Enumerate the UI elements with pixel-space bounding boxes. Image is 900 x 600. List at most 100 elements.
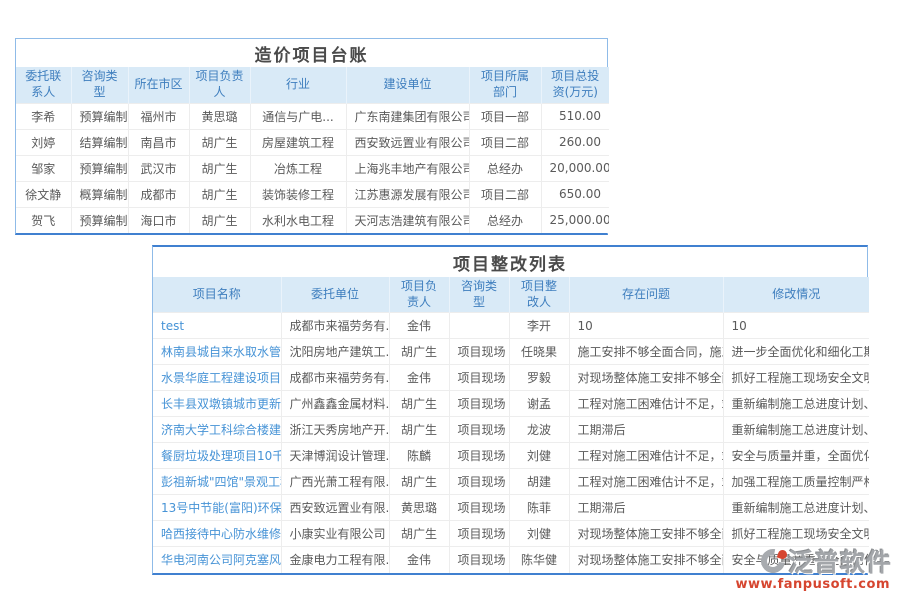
- cell: 项目现场: [449, 391, 509, 417]
- cell: 项目现场: [449, 417, 509, 443]
- cell: 预算编制: [71, 207, 128, 233]
- cell: 胡广生: [389, 417, 449, 443]
- cell: 贺飞: [16, 207, 71, 233]
- cell: 项目现场: [449, 521, 509, 547]
- cell: 江苏惠源发展有限公司: [346, 181, 469, 207]
- cell: 黄思璐: [389, 495, 449, 521]
- table-row: 长丰县双墩镇城市更新项...广州鑫鑫金属材料...胡广生项目现场谢孟工程对施工困…: [153, 391, 869, 417]
- table-row: 林南县城自来水取水管道...沈阳房地产建筑工...胡广生项目现场任晓果施工安排不…: [153, 339, 869, 365]
- cell: 邹家: [16, 155, 71, 181]
- cell: 胡广生: [189, 181, 250, 207]
- column-header: 存在问题: [569, 277, 723, 313]
- cell: 20,000.00: [541, 155, 609, 181]
- cell: 刘健: [509, 521, 569, 547]
- cell: 重新编制施工总进度计划、合理...: [723, 391, 869, 417]
- column-header: 委托联系人: [16, 67, 71, 103]
- cell: 房屋建筑工程: [250, 129, 346, 155]
- cell: 李希: [16, 103, 71, 129]
- cell: 结算编制: [71, 129, 128, 155]
- column-header: 建设单位: [346, 67, 469, 103]
- cell: 项目现场: [449, 365, 509, 391]
- cell: 项目现场: [449, 547, 509, 573]
- project-link[interactable]: 哈西接待中心防水维修工程: [153, 521, 281, 547]
- cell: 天河志浩建筑有限公司: [346, 207, 469, 233]
- cell: 成都市来福劳务有...: [281, 313, 389, 339]
- cell: 李开: [509, 313, 569, 339]
- cell: 项目现场: [449, 495, 509, 521]
- column-header: 项目整改人: [509, 277, 569, 313]
- cell: 10: [569, 313, 723, 339]
- cell: 对现场整体施工安排不够全面合...: [569, 547, 723, 573]
- cell: 谢孟: [509, 391, 569, 417]
- cell: 对现场整体施工安排不够全面合...: [569, 521, 723, 547]
- column-header: 项目名称: [153, 277, 281, 313]
- cell: 金伟: [389, 313, 449, 339]
- cell: 总经办: [469, 155, 541, 181]
- table-row: 济南大学工科综合楼建设浙江天秀房地产开...胡广生项目现场龙波工期滞后重新编制施…: [153, 417, 869, 443]
- cell: 260.00: [541, 129, 609, 155]
- cell: 进一步全面优化和细化工期布置。: [723, 339, 869, 365]
- cell: 项目现场: [449, 469, 509, 495]
- rectify-header-row: 项目名称委托单位项目负责人咨询类型项目整改人存在问题修改情况: [153, 277, 869, 313]
- column-header: 项目总投资(万元): [541, 67, 609, 103]
- cell: 项目二部: [469, 129, 541, 155]
- table-row: 13号中节能(富阳)环保产...西安致远置业有限...黄思璐项目现场陈菲工期滞后…: [153, 495, 869, 521]
- project-link[interactable]: 长丰县双墩镇城市更新项...: [153, 391, 281, 417]
- project-link[interactable]: 华电河南公司阿克塞风电...: [153, 547, 281, 573]
- brand-url: www.fanpusoft.com: [722, 577, 892, 592]
- project-link[interactable]: 林南县城自来水取水管道...: [153, 339, 281, 365]
- cell: 工期滞后: [569, 417, 723, 443]
- cell: 海口市: [128, 207, 189, 233]
- cost-project-ledger-panel: 造价项目台账 委托联系人咨询类型所在市区项目负责人行业建设单位项目所属部门项目总…: [15, 38, 608, 235]
- project-rectification-panel: 项目整改列表 项目名称委托单位项目负责人咨询类型项目整改人存在问题修改情况 te…: [152, 245, 868, 575]
- cell: 南昌市: [128, 129, 189, 155]
- cell: 福州市: [128, 103, 189, 129]
- cell: 胡广生: [189, 155, 250, 181]
- column-header: 项目所属部门: [469, 67, 541, 103]
- cell: 工程对施工困难估计不足，站区...: [569, 391, 723, 417]
- column-header: 咨询类型: [449, 277, 509, 313]
- cell: 广东南建集团有限公司: [346, 103, 469, 129]
- cell: 徐文静: [16, 181, 71, 207]
- cell: 25,000.00: [541, 207, 609, 233]
- cell: 沈阳房地产建筑工...: [281, 339, 389, 365]
- table-row: 贺飞预算编制海口市胡广生水利水电工程天河志浩建筑有限公司总经办25,000.00: [16, 207, 609, 233]
- table-row: 彭祖新城"四馆"景观工程广西光萧工程有限...胡广生项目现场胡建工程对施工困难估…: [153, 469, 869, 495]
- column-header: 项目负责人: [189, 67, 250, 103]
- project-link[interactable]: 13号中节能(富阳)环保产...: [153, 495, 281, 521]
- brand-name: 泛普软件: [788, 543, 892, 579]
- project-link[interactable]: 济南大学工科综合楼建设: [153, 417, 281, 443]
- cell: 装饰装修工程: [250, 181, 346, 207]
- cell: 510.00: [541, 103, 609, 129]
- cell: 项目现场: [449, 339, 509, 365]
- cell: 天津博润设计管理...: [281, 443, 389, 469]
- fanpu-watermark: 泛普软件 www.fanpusoft.com: [722, 543, 892, 592]
- cell: 金康电力工程有限...: [281, 547, 389, 573]
- column-header: 行业: [250, 67, 346, 103]
- cell: 金伟: [389, 365, 449, 391]
- cell: 对现场整体施工安排不够全面合...: [569, 365, 723, 391]
- cell: 广州鑫鑫金属材料...: [281, 391, 389, 417]
- cell: 10: [723, 313, 869, 339]
- project-link[interactable]: 水景华庭工程建设项目: [153, 365, 281, 391]
- cell: 预算编制: [71, 155, 128, 181]
- cell: [449, 313, 509, 339]
- ledger-title: 造价项目台账: [16, 39, 607, 67]
- cell: 刘健: [509, 443, 569, 469]
- page: 造价项目台账 委托联系人咨询类型所在市区项目负责人行业建设单位项目所属部门项目总…: [0, 0, 900, 600]
- project-link[interactable]: 彭祖新城"四馆"景观工程: [153, 469, 281, 495]
- cell: 胡广生: [389, 339, 449, 365]
- cell: 项目现场: [449, 443, 509, 469]
- table-row: test成都市来福劳务有...金伟李开1010: [153, 313, 869, 339]
- cell: 概算编制: [71, 181, 128, 207]
- table-row: 李希预算编制福州市黄思璐通信与广电...广东南建集团有限公司项目一部510.00: [16, 103, 609, 129]
- column-header: 项目负责人: [389, 277, 449, 313]
- cell: 加强工程施工质量控制严格按照...: [723, 469, 869, 495]
- column-header: 咨询类型: [71, 67, 128, 103]
- cell: 冶炼工程: [250, 155, 346, 181]
- project-link[interactable]: 餐厨垃圾处理项目10千伏...: [153, 443, 281, 469]
- project-link[interactable]: test: [153, 313, 281, 339]
- cell: 胡建: [509, 469, 569, 495]
- cell: 胡广生: [389, 521, 449, 547]
- cell: 广西光萧工程有限...: [281, 469, 389, 495]
